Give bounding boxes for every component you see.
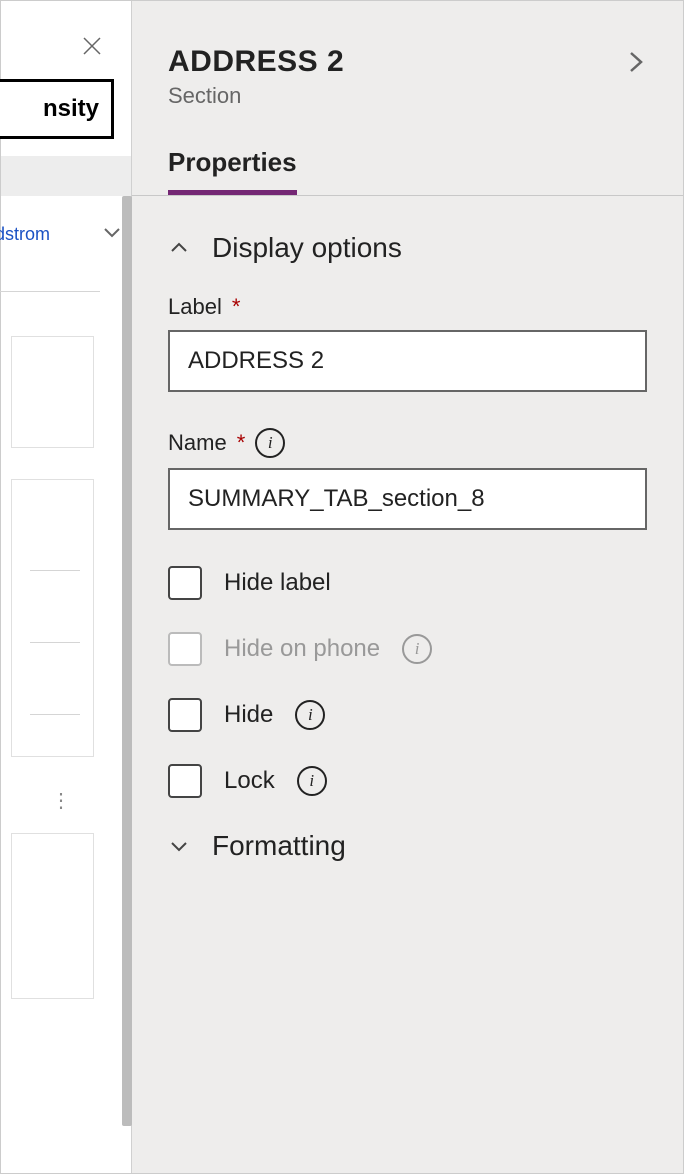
chevron-down-icon: [168, 835, 190, 857]
lock-text: Lock: [224, 767, 275, 795]
required-indicator: *: [232, 294, 241, 320]
group-display-options-title: Display options: [212, 232, 402, 264]
hide-checkbox[interactable]: [168, 698, 202, 732]
properties-panel: ADDRESS 2 Section Properties Display opt…: [132, 1, 683, 1173]
required-indicator: *: [237, 430, 246, 456]
group-formatting-title: Formatting: [212, 830, 346, 862]
lock-checkbox[interactable]: [168, 764, 202, 798]
panel-header: ADDRESS 2 Section: [132, 1, 683, 109]
label-field-label: Label *: [168, 294, 647, 320]
group-display-options-header[interactable]: Display options: [168, 232, 647, 264]
hide-label-row: Hide label: [168, 566, 647, 600]
divider: [30, 714, 80, 715]
placeholder-box: [11, 479, 94, 757]
divider: [0, 291, 100, 292]
panel-title: ADDRESS 2: [168, 45, 647, 79]
density-button-label: nsity: [43, 95, 99, 123]
hide-label-text: Hide label: [224, 569, 331, 597]
placeholder-box: [11, 336, 94, 448]
density-button[interactable]: nsity: [0, 79, 114, 139]
info-icon[interactable]: i: [255, 428, 285, 458]
hide-label-checkbox[interactable]: [168, 566, 202, 600]
divider: [30, 570, 80, 571]
close-icon[interactable]: [77, 31, 107, 61]
hide-on-phone-checkbox: [168, 632, 202, 666]
placeholder-box: [11, 833, 94, 999]
hide-row: Hide i: [168, 698, 647, 732]
tabs: Properties: [132, 147, 683, 196]
info-icon[interactable]: i: [297, 766, 327, 796]
group-formatting-header[interactable]: Formatting: [168, 830, 647, 862]
chevron-right-icon[interactable]: [623, 49, 649, 80]
info-icon[interactable]: i: [402, 634, 432, 664]
label-field-block: Label *: [168, 294, 647, 392]
tab-properties[interactable]: Properties: [168, 147, 297, 195]
left-band: [1, 156, 131, 196]
panel-body: Display options Label * Name * i Hide la…: [132, 196, 683, 862]
panel-subtitle: Section: [168, 83, 647, 109]
hide-on-phone-text: Hide on phone: [224, 635, 380, 663]
divider: [30, 642, 80, 643]
scrollbar[interactable]: [122, 196, 132, 1126]
left-strip: nsity dstrom ⋮: [1, 1, 132, 1173]
hide-text: Hide: [224, 701, 273, 729]
name-field-label: Name * i: [168, 428, 647, 458]
lock-row: Lock i: [168, 764, 647, 798]
chevron-down-icon: [101, 221, 123, 248]
more-icon[interactable]: ⋮: [51, 788, 73, 813]
left-link-text: dstrom: [0, 224, 50, 245]
info-icon[interactable]: i: [295, 700, 325, 730]
chevron-up-icon: [168, 237, 190, 259]
name-input[interactable]: [168, 468, 647, 530]
name-field-block: Name * i: [168, 428, 647, 530]
hide-on-phone-row: Hide on phone i: [168, 632, 647, 666]
left-link-row[interactable]: dstrom: [1, 221, 131, 248]
label-input[interactable]: [168, 330, 647, 392]
